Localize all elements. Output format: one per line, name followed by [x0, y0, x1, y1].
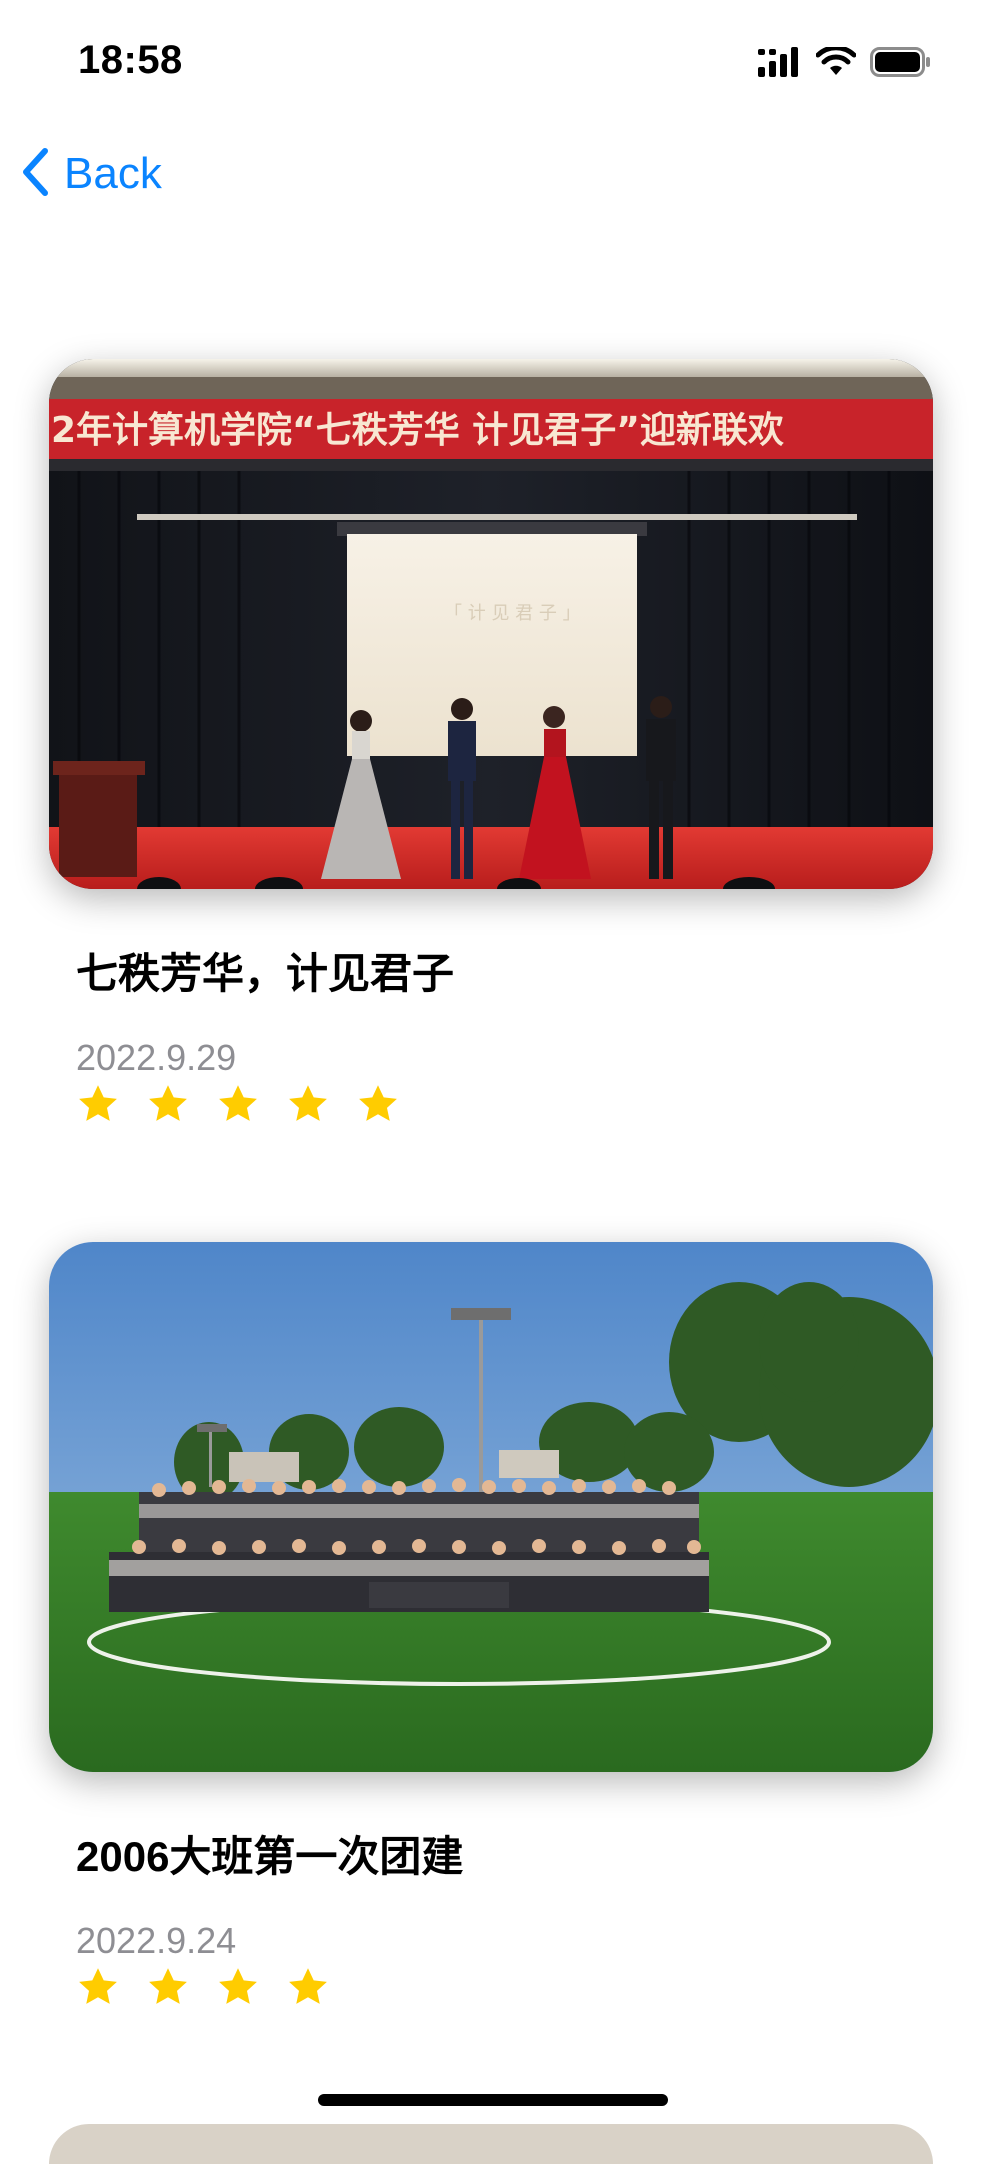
star-icon: [216, 1965, 260, 2009]
event-rating: [76, 1965, 330, 2009]
star-icon: [76, 1082, 120, 1126]
star-icon: [76, 1965, 120, 2009]
status-bar: 18:58: [0, 0, 984, 120]
star-icon: [146, 1082, 190, 1126]
star-icon: [286, 1965, 330, 2009]
cellular-signal-icon: [758, 47, 802, 77]
star-icon: [216, 1082, 260, 1126]
star-icon: [146, 1965, 190, 2009]
status-time: 18:58: [78, 38, 183, 82]
wifi-icon: [816, 47, 856, 77]
status-icons: [758, 44, 932, 80]
event-rating: [76, 1082, 400, 1126]
star-icon: [356, 1082, 400, 1126]
back-label: Back: [64, 149, 162, 198]
svg-text:「 计 见 君 子 」: 「 计 见 君 子 」: [444, 603, 581, 624]
group-people: [109, 1478, 709, 1612]
home-indicator[interactable]: [318, 2094, 668, 2106]
chevron-left-icon: [20, 147, 50, 202]
back-button[interactable]: Back: [20, 146, 162, 202]
event-date: 2022.9.24: [76, 1920, 237, 1961]
battery-icon: [870, 47, 932, 77]
event-title: 七秩芳华，计见君子: [76, 950, 455, 997]
event-photo-group[interactable]: [49, 1242, 933, 1772]
event-date: 2022.9.29: [76, 1037, 237, 1078]
next-event-card-peek[interactable]: [49, 2124, 933, 2164]
star-icon: [286, 1082, 330, 1126]
event-title: 2006大班第一次团建: [76, 1833, 464, 1880]
event-photo-stage[interactable]: 2年计算机学院“七秩芳华 计见君子”迎新联欢 「 计 见 君 子 」: [49, 359, 933, 889]
stage-banner-text: 2年计算机学院“七秩芳华 计见君子”迎新联欢: [51, 409, 784, 451]
